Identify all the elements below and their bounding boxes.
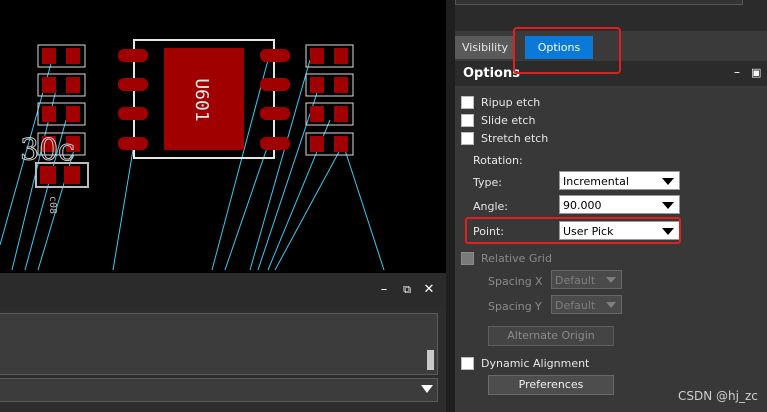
command-panel: – ⧉ ✕: [0, 273, 446, 412]
relative-grid-label: Relative Grid: [481, 252, 552, 265]
type-select[interactable]: Incremental: [559, 171, 680, 190]
ic-u601: U601: [118, 39, 290, 159]
top-field: [455, 0, 743, 5]
tab-highlight-box: [513, 27, 621, 74]
pcb-canvas[interactable]: U601 30c c08: [0, 0, 446, 273]
panel-splitter[interactable]: [446, 0, 455, 412]
pin-icon[interactable]: ▣: [751, 66, 761, 79]
spacing-y-axis: Y: [535, 300, 542, 313]
slide-etch-label: Slide etch: [481, 114, 536, 127]
spacing-y-value: Default: [555, 299, 596, 312]
options-title: Options: [463, 66, 520, 81]
command-log[interactable]: [0, 313, 438, 375]
spacing-x-label: Spacing: [488, 275, 532, 288]
dynamic-alignment-checkbox[interactable]: [461, 356, 474, 370]
spacing-x-value: Default: [555, 274, 596, 287]
chevron-down-icon: [606, 302, 616, 308]
chevron-down-icon[interactable]: [421, 385, 433, 394]
restore-icon[interactable]: ⧉: [399, 281, 415, 299]
alternate-origin-button[interactable]: Alternate Origin: [488, 326, 614, 346]
command-panel-titlebar: – ⧉ ✕: [0, 273, 446, 307]
angle-label: Angle:: [473, 200, 509, 213]
ripup-etch-checkbox[interactable]: [461, 95, 474, 109]
chevron-down-icon: [662, 178, 674, 185]
minimize-icon[interactable]: –: [734, 65, 740, 79]
command-input[interactable]: [0, 378, 438, 402]
point-highlight-box: [465, 217, 681, 244]
spacing-x-axis: X: [535, 275, 543, 288]
slide-etch-option[interactable]: Slide etch: [461, 113, 535, 129]
right-resistor-array: [305, 44, 354, 156]
slide-etch-checkbox[interactable]: [461, 113, 474, 127]
silk-refdes-small: c08: [47, 196, 58, 214]
spacing-y-select[interactable]: Default: [551, 295, 622, 314]
ic-refdes: U601: [191, 78, 212, 121]
stretch-etch-checkbox[interactable]: [461, 131, 474, 145]
minimize-icon[interactable]: –: [376, 281, 392, 299]
pcb-artwork: U601 30c c08: [0, 39, 385, 271]
ripup-etch-label: Ripup etch: [481, 96, 541, 109]
log-scrollbar-thumb[interactable]: [427, 350, 434, 370]
ripup-etch-option[interactable]: Ripup etch: [461, 95, 540, 111]
spacing-y-label: Spacing: [488, 300, 532, 313]
relative-grid-option[interactable]: Relative Grid: [461, 251, 552, 267]
rotation-label: Rotation:: [473, 154, 523, 167]
chevron-down-icon: [662, 202, 674, 209]
options-body: Ripup etch Slide etch Stretch etch Rotat…: [455, 86, 767, 412]
dynamic-alignment-label: Dynamic Alignment: [481, 357, 590, 370]
watermark: CSDN @hj_zc: [678, 389, 758, 403]
preferences-button[interactable]: Preferences: [488, 375, 614, 395]
tab-visibility[interactable]: Visibility: [455, 36, 515, 59]
silk-refdes-large: 30c: [20, 133, 75, 168]
stretch-etch-label: Stretch etch: [481, 132, 549, 145]
relative-grid-checkbox[interactable]: [461, 251, 474, 265]
angle-value: 90.000: [563, 199, 602, 212]
dynamic-alignment-option[interactable]: Dynamic Alignment: [461, 356, 589, 372]
chevron-down-icon: [606, 277, 616, 283]
close-icon[interactable]: ✕: [421, 281, 437, 299]
angle-select[interactable]: 90.000: [559, 195, 680, 214]
type-label: Type:: [473, 176, 502, 189]
type-value: Incremental: [563, 175, 629, 188]
stretch-etch-option[interactable]: Stretch etch: [461, 131, 548, 147]
spacing-x-select[interactable]: Default: [551, 270, 622, 289]
